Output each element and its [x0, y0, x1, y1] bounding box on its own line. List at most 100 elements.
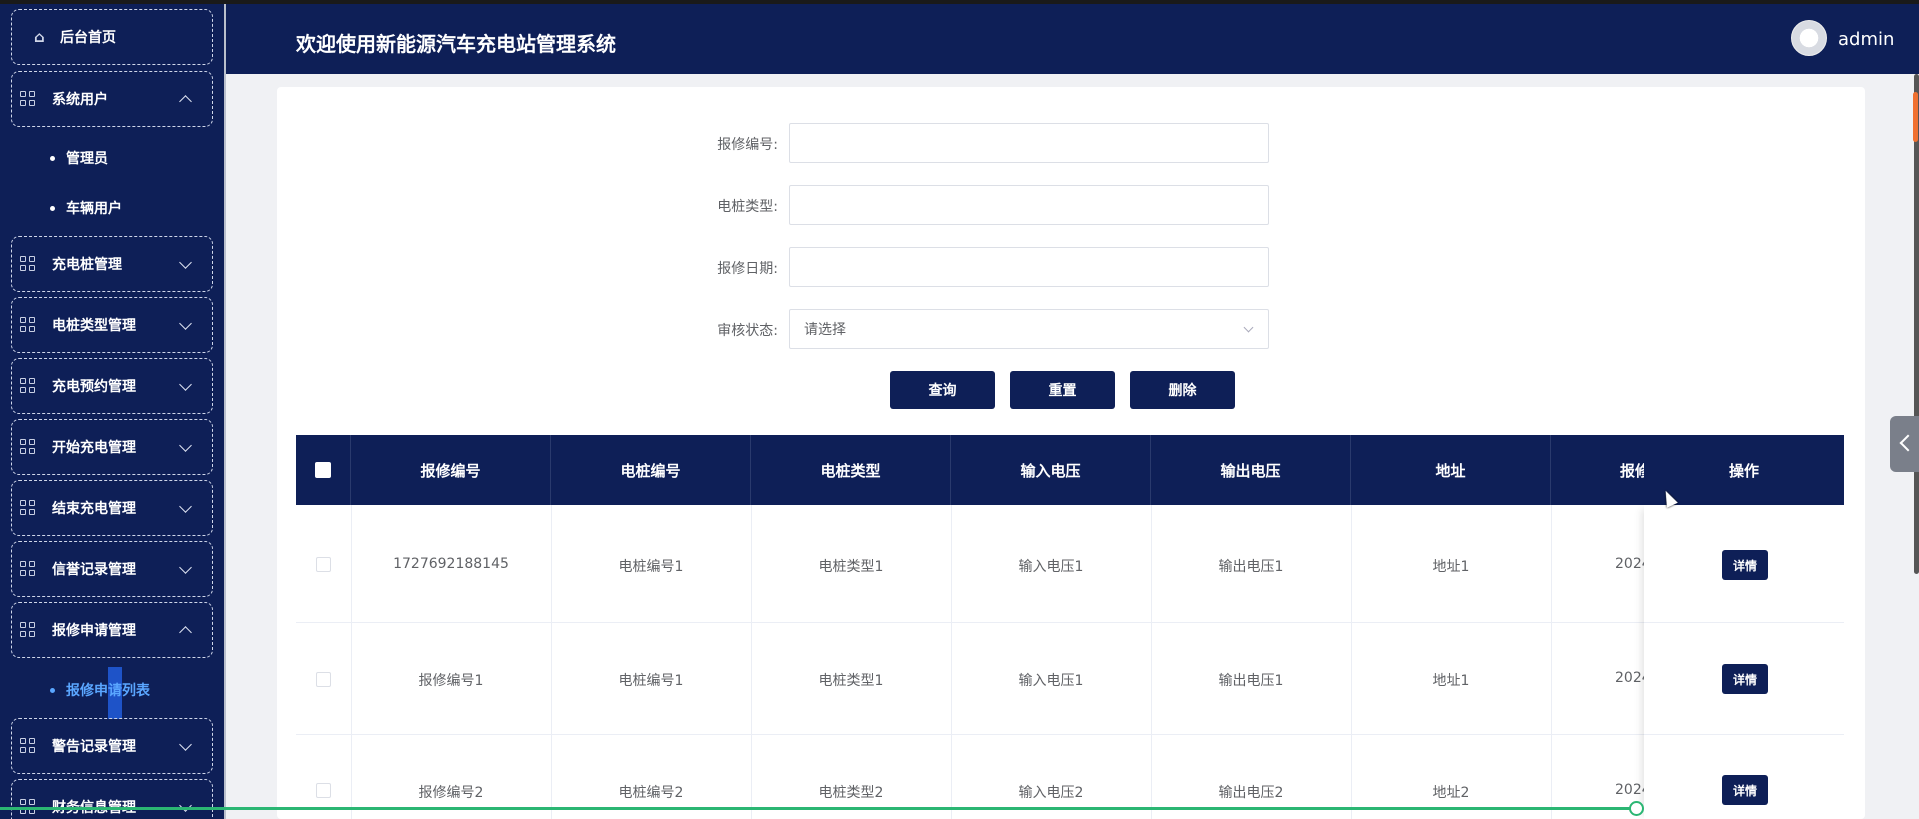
home-icon: ⌂ [34, 28, 45, 46]
cell-pile-no: 电桩编号1 [618, 673, 684, 689]
grid-icon [20, 738, 36, 754]
sidebar-item-end-charging[interactable]: 结束充电管理 [11, 480, 213, 536]
cell-repair-no: 1727692188145 [393, 556, 509, 572]
query-button[interactable]: 查询 [890, 371, 995, 409]
sidebar: ⌂ 后台首页 系统用户 管理员 车辆用户 充电桩管理 电桩类型管理 充电预约管理… [0, 4, 224, 819]
sidebar-subitem-repair-list[interactable]: 报修申请列表 [50, 680, 150, 700]
select-all-cell [296, 435, 351, 505]
chevron-down-icon [179, 738, 192, 751]
chevron-down-icon [179, 500, 192, 513]
sidebar-subitem-admin[interactable]: 管理员 [50, 148, 108, 168]
row-checkbox[interactable] [316, 672, 331, 687]
sidebar-item-home[interactable]: ⌂ 后台首页 [11, 9, 213, 65]
chevron-down-icon [179, 378, 192, 391]
row-divider [296, 734, 1844, 735]
sidebar-item-pile-types[interactable]: 电桩类型管理 [11, 297, 213, 353]
detail-button[interactable]: 详情 [1722, 550, 1768, 580]
chevron-left-icon [1899, 434, 1917, 452]
repair-date-input[interactable] [789, 247, 1269, 287]
sidebar-subitem-vehicle-users[interactable]: 车辆用户 [50, 198, 122, 218]
sidebar-item-start-charging[interactable]: 开始充电管理 [11, 419, 213, 475]
row-divider [296, 622, 1844, 623]
sidebar-subitem-label: 管理员 [66, 151, 108, 167]
reset-button[interactable]: 重置 [1010, 371, 1115, 409]
sidebar-item-label: 报修申请管理 [52, 623, 136, 639]
cell-repair-no: 报修编号1 [418, 673, 484, 689]
chevron-down-icon [179, 317, 192, 330]
column-header[interactable]: 输出电压 [1151, 435, 1351, 505]
sidebar-item-credit-records[interactable]: 信誉记录管理 [11, 541, 213, 597]
sidebar-item-system-users[interactable]: 系统用户 [11, 71, 213, 127]
column-header[interactable]: 输入电压 [951, 435, 1151, 505]
audit-status-select[interactable]: 请选择 [789, 309, 1269, 349]
cell-address: 地址1 [1432, 673, 1470, 689]
sidebar-subitem-label: 报修申请列表 [66, 683, 150, 699]
sidebar-item-warning-records[interactable]: 警告记录管理 [11, 718, 213, 774]
sidebar-item-repair-requests[interactable]: 报修申请管理 [11, 602, 213, 658]
bullet-icon [50, 687, 55, 693]
top-header: 欢迎使用新能源汽车充电站管理系统 admin [226, 4, 1919, 74]
sidebar-item-label: 警告记录管理 [52, 739, 136, 755]
cell-input-voltage: 输入电压1 [1018, 559, 1084, 575]
row-checkbox[interactable] [316, 557, 331, 572]
bullet-icon [50, 155, 55, 161]
scrollbar-thumb[interactable] [1913, 92, 1918, 142]
detail-button[interactable]: 详情 [1722, 664, 1768, 694]
grid-icon [20, 378, 36, 394]
sidebar-item-label: 充电预约管理 [52, 379, 136, 395]
cell-output-voltage: 输出电压1 [1218, 673, 1284, 689]
pile-type-input[interactable] [789, 185, 1269, 225]
row-divider [1644, 622, 1844, 623]
chevron-down-icon [179, 439, 192, 452]
page-scrollbar[interactable] [1914, 74, 1919, 574]
cell-address: 地址1 [1432, 559, 1470, 575]
cell-output-voltage: 输出电压2 [1218, 785, 1284, 801]
sidebar-item-label: 电桩类型管理 [52, 318, 136, 334]
cell-repair-no: 报修编号2 [418, 785, 484, 801]
grid-icon [20, 91, 36, 107]
chevron-down-icon [1243, 322, 1254, 333]
playback-progress-bar[interactable] [0, 807, 1637, 810]
grid-icon [20, 500, 36, 516]
row-checkbox[interactable] [316, 783, 331, 798]
sidebar-item-label: 结束充电管理 [52, 501, 136, 517]
cell-pile-type: 电桩类型1 [818, 559, 884, 575]
repair-date-label: 报修日期: [717, 261, 778, 277]
sidebar-item-label: 开始充电管理 [52, 440, 136, 456]
chevron-down-icon [179, 256, 192, 269]
cell-input-voltage: 输入电压2 [1018, 785, 1084, 801]
bullet-icon [50, 205, 55, 211]
cell-pile-no: 电桩编号1 [618, 559, 684, 575]
sidebar-item-label: 充电桩管理 [52, 257, 122, 273]
collapse-panel-tab[interactable] [1890, 416, 1919, 472]
cell-pile-no: 电桩编号2 [618, 785, 684, 801]
cell-input-voltage: 输入电压1 [1018, 673, 1084, 689]
column-header[interactable]: 地址 [1351, 435, 1551, 505]
sidebar-item-label: 系统用户 [52, 92, 108, 108]
cell-pile-type: 电桩类型1 [818, 673, 884, 689]
avatar[interactable] [1791, 20, 1827, 56]
sidebar-item-finance[interactable]: 财务信息管理 [11, 779, 213, 819]
grid-icon [20, 561, 36, 577]
column-header[interactable]: 电桩类型 [751, 435, 951, 505]
progress-handle[interactable] [1629, 801, 1644, 816]
chevron-up-icon [179, 95, 192, 108]
grid-icon [20, 439, 36, 455]
cell-address: 地址2 [1432, 785, 1470, 801]
username-label[interactable]: admin [1838, 29, 1894, 50]
column-divider [1351, 505, 1352, 819]
column-header[interactable]: 报修编号 [351, 435, 551, 505]
repair-no-input[interactable] [789, 123, 1269, 163]
column-divider [551, 505, 552, 819]
column-divider [751, 505, 752, 819]
table-header: 报修编号 电桩编号 电桩类型 输入电压 输出电压 地址 报修 [296, 435, 1844, 505]
column-divider [351, 505, 352, 819]
delete-button[interactable]: 删除 [1130, 371, 1235, 409]
sidebar-item-charging-reservations[interactable]: 充电预约管理 [11, 358, 213, 414]
select-all-checkbox[interactable] [315, 462, 331, 478]
sidebar-item-charging-piles[interactable]: 充电桩管理 [11, 236, 213, 292]
column-header[interactable]: 电桩编号 [551, 435, 751, 505]
row-divider [1644, 734, 1844, 735]
detail-button[interactable]: 详情 [1722, 775, 1768, 805]
grid-icon [20, 317, 36, 333]
